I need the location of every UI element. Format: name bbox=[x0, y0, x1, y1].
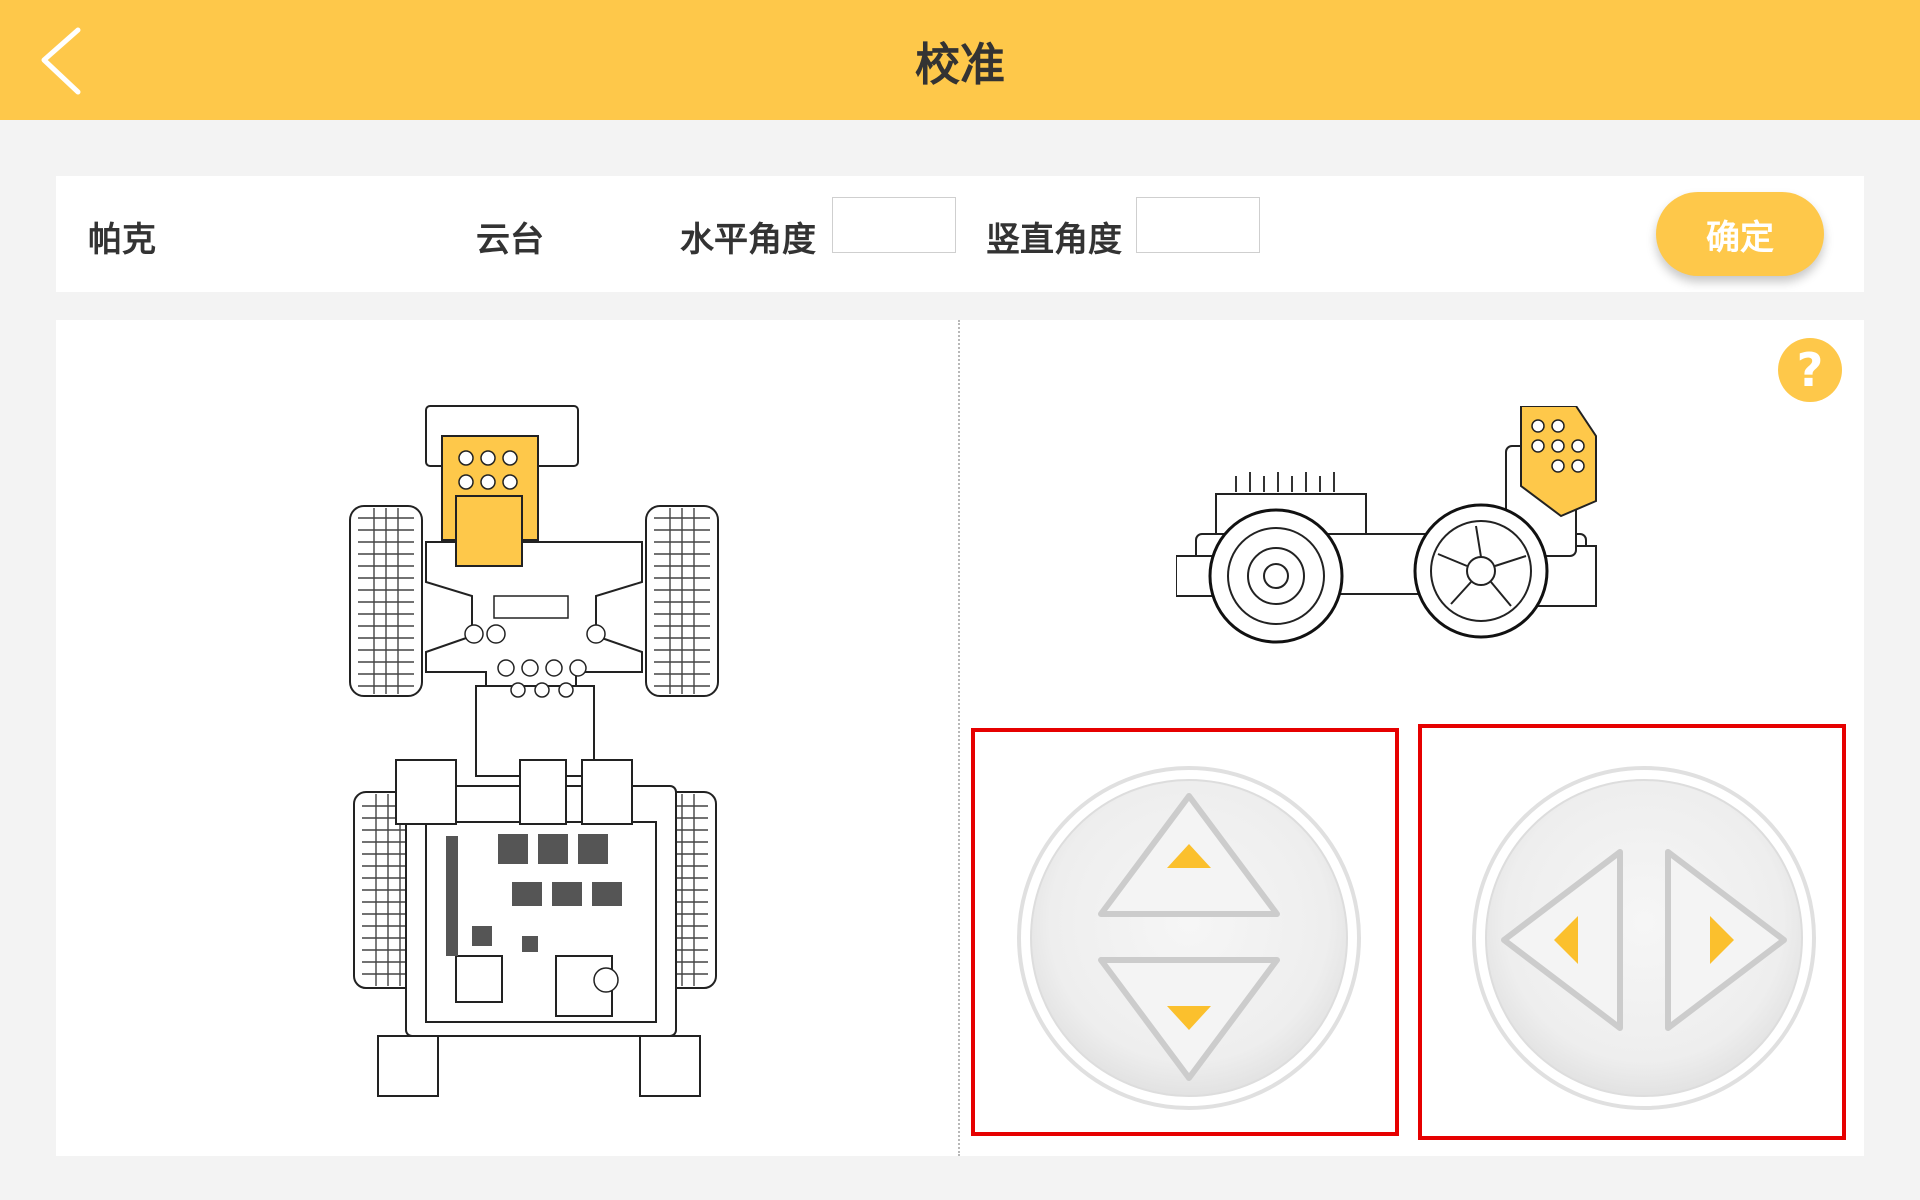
confirm-button[interactable]: 确定 bbox=[1656, 192, 1824, 276]
vertical-angle-label: 竖直角度 bbox=[986, 220, 1122, 260]
vertical-control-highlight bbox=[971, 728, 1399, 1136]
horizontal-control-pad bbox=[1472, 766, 1816, 1110]
horizontal-angle-input[interactable] bbox=[832, 197, 956, 253]
calibration-panel: ? bbox=[56, 320, 1864, 1156]
horizontal-angle-label: 水平角度 bbox=[680, 220, 816, 260]
top-bar: 校准 bbox=[0, 0, 1920, 120]
panel-divider bbox=[958, 320, 960, 1156]
module-label: 云台 bbox=[476, 220, 544, 260]
page-title: 校准 bbox=[914, 38, 1005, 91]
robot-top-view-image bbox=[276, 396, 796, 1120]
robot-side-view-image bbox=[1175, 405, 1616, 660]
settings-panel: 帕克 云台 水平角度 竖直角度 确定 bbox=[56, 176, 1864, 292]
model-label: 帕克 bbox=[88, 220, 156, 260]
vertical-angle-input[interactable] bbox=[1136, 197, 1260, 253]
horizontal-control-highlight bbox=[1418, 724, 1846, 1140]
vertical-control-pad bbox=[1017, 766, 1361, 1110]
help-button[interactable]: ? bbox=[1778, 338, 1842, 402]
